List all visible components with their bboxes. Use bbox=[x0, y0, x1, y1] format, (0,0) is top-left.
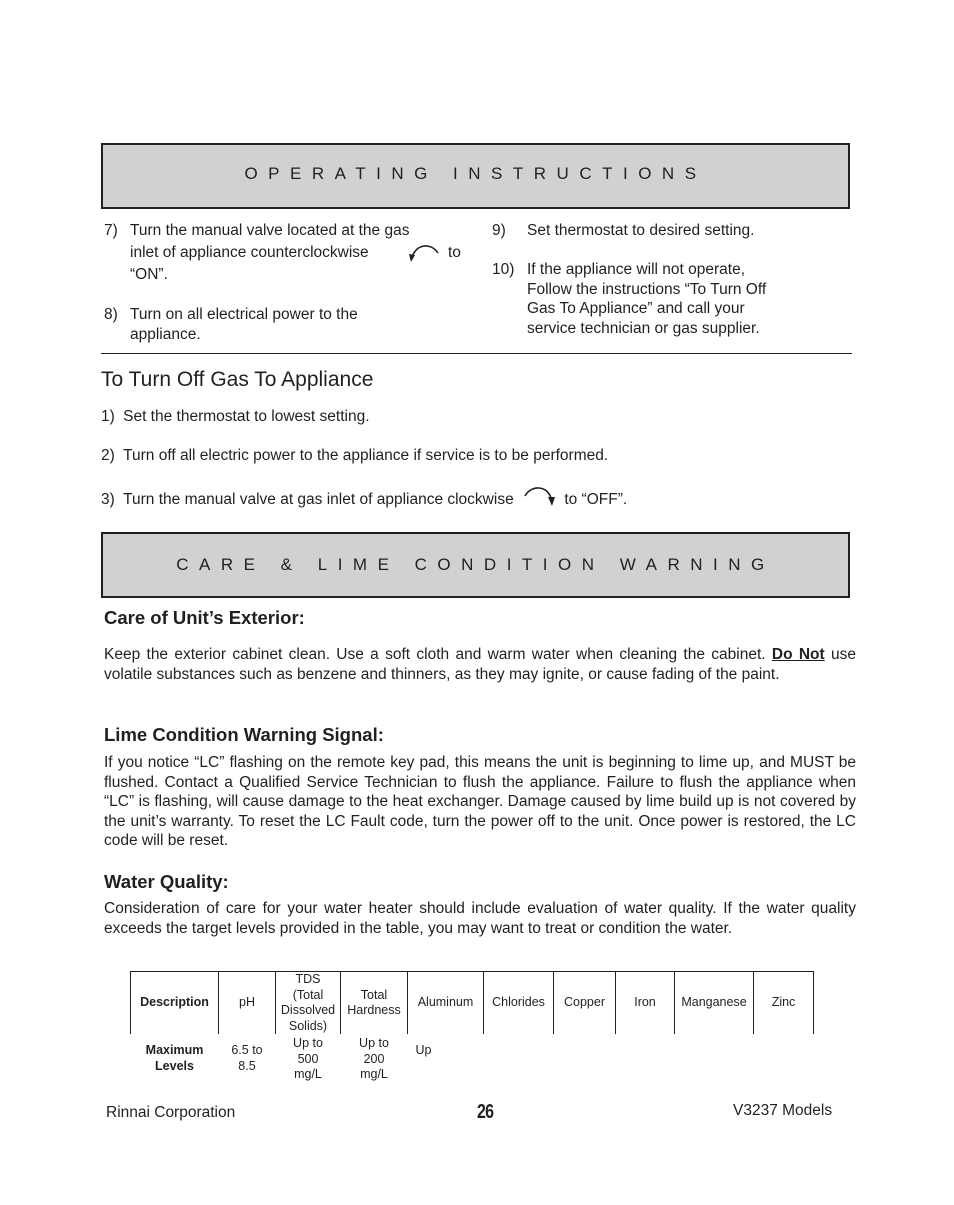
step-number: 7) bbox=[104, 222, 118, 239]
counterclockwise-arrow-icon bbox=[407, 241, 441, 271]
step-number: 8) bbox=[104, 306, 118, 323]
table-cell bbox=[675, 1034, 754, 1095]
water-quality-table: Description pH TDS (Total Dissolved Soli… bbox=[130, 971, 814, 1095]
cell-text: Up bbox=[415, 1043, 432, 1057]
table-row: Maximum Levels 6.5 to 8.5 Up to 500 mg/L… bbox=[131, 1034, 814, 1095]
header-text: Aluminum bbox=[417, 995, 474, 1010]
header-text: Manganese bbox=[681, 995, 747, 1010]
banner-title: CARE & LIME CONDITION WARNING bbox=[176, 555, 775, 574]
step-line: If the appliance will not operate, bbox=[527, 261, 745, 278]
operating-step-9: 9) Set thermostat to desired setting. bbox=[492, 221, 852, 241]
page-number: 26 bbox=[477, 1101, 494, 1123]
turn-off-step-3: 3) Turn the manual valve at gas inlet of… bbox=[101, 486, 627, 514]
table-header-row: Description pH TDS (Total Dissolved Soli… bbox=[130, 971, 814, 1034]
step-line: Turn on all electrical power to the bbox=[130, 306, 358, 323]
banner-title: OPERATING INSTRUCTIONS bbox=[244, 164, 707, 183]
operating-instructions-banner: OPERATING INSTRUCTIONS bbox=[101, 143, 850, 209]
table-cell bbox=[554, 1034, 616, 1095]
operating-step-7: 7) Turn the manual valve located at the … bbox=[104, 221, 474, 285]
header-text: TDS (Total Dissolved Solids) bbox=[280, 972, 336, 1033]
step-text: Set the thermostat to lowest setting. bbox=[123, 408, 370, 425]
step-text: Turn off all electric power to the appli… bbox=[123, 447, 609, 464]
step-number: 9) bbox=[492, 222, 506, 239]
step-number: 1) bbox=[101, 408, 115, 425]
header-text: Total Hardness bbox=[347, 987, 401, 1018]
table-cell bbox=[484, 1034, 554, 1095]
header-cell: pH bbox=[218, 971, 276, 1034]
header-cell: Aluminum bbox=[407, 971, 484, 1034]
header-text: Iron bbox=[634, 995, 656, 1010]
header-text: pH bbox=[239, 995, 255, 1010]
exterior-heading: Care of Unit’s Exterior: bbox=[104, 607, 305, 628]
step-line: appliance. bbox=[130, 326, 201, 343]
header-cell: Manganese bbox=[674, 971, 754, 1034]
header-text: Zinc bbox=[771, 995, 796, 1010]
turn-off-gas-heading: To Turn Off Gas To Appliance bbox=[101, 368, 374, 391]
clockwise-arrow-icon bbox=[522, 484, 558, 512]
turn-off-step-1: 1) Set the thermostat to lowest setting. bbox=[101, 407, 370, 427]
header-cell: Description bbox=[130, 971, 219, 1034]
care-lime-banner: CARE & LIME CONDITION WARNING bbox=[101, 532, 850, 598]
step-line: Turn the manual valve located at the gas bbox=[130, 222, 410, 239]
step-line: to bbox=[448, 244, 461, 261]
header-text: Description bbox=[140, 995, 209, 1010]
lime-warning-heading: Lime Condition Warning Signal: bbox=[104, 724, 384, 745]
table-cell: 6.5 to 8.5 bbox=[219, 1034, 276, 1095]
table-cell bbox=[616, 1034, 675, 1095]
table-cell: Up to 500 mg/L bbox=[276, 1034, 341, 1095]
lime-warning-paragraph: If you notice “LC” flashing on the remot… bbox=[104, 754, 856, 849]
table-cell: Maximum Levels bbox=[131, 1034, 219, 1095]
cell-text: Maximum Levels bbox=[145, 1043, 204, 1073]
header-text: Chlorides bbox=[492, 995, 545, 1010]
header-cell: Total Hardness bbox=[340, 971, 408, 1034]
exterior-paragraph: Keep the exterior cabinet clean. Use a s… bbox=[104, 645, 856, 684]
exterior-text: Keep the exterior cabinet clean. Use a s… bbox=[104, 646, 766, 663]
step-line: Gas To Appliance” and call your bbox=[527, 300, 745, 317]
step-number: 3) bbox=[101, 491, 115, 509]
header-cell: Copper bbox=[553, 971, 616, 1034]
step-text: Turn the manual valve at gas inlet of ap… bbox=[123, 491, 514, 509]
step-line: Follow the instructions “To Turn Off bbox=[527, 280, 767, 298]
do-not-emphasis: Do Not bbox=[771, 646, 825, 663]
water-quality-paragraph: Consideration of care for your water hea… bbox=[104, 900, 856, 937]
turn-off-step-2: 2) Turn off all electric power to the ap… bbox=[101, 446, 608, 466]
step-text: to “OFF”. bbox=[564, 491, 628, 509]
header-cell: Iron bbox=[615, 971, 675, 1034]
step-line: Set thermostat to desired setting. bbox=[527, 222, 755, 239]
header-cell: Chlorides bbox=[483, 971, 554, 1034]
water-quality-heading: Water Quality: bbox=[104, 871, 229, 892]
cell-text: Up to 500 mg/L bbox=[293, 1036, 323, 1081]
footer-models: V3237 Models bbox=[733, 1102, 833, 1119]
step-line: inlet of appliance counterclockwise bbox=[130, 244, 369, 261]
step-number: 2) bbox=[101, 447, 115, 464]
cell-text: Up to 200 mg/L bbox=[359, 1036, 389, 1081]
table-cell bbox=[754, 1034, 814, 1095]
header-text: Copper bbox=[564, 995, 605, 1010]
step-line: service technician or gas supplier. bbox=[527, 319, 760, 337]
cell-text: 6.5 to 8.5 bbox=[231, 1043, 263, 1073]
operating-step-10: 10) If the appliance will not operate, F… bbox=[492, 260, 852, 338]
step-number: 10) bbox=[492, 261, 515, 278]
table-cell: Up to 200 mg/L bbox=[341, 1034, 408, 1095]
header-cell: Zinc bbox=[753, 971, 814, 1034]
footer-company: Rinnai Corporation bbox=[106, 1104, 236, 1121]
header-cell: TDS (Total Dissolved Solids) bbox=[275, 971, 341, 1034]
section-divider bbox=[101, 353, 852, 354]
table-cell: Up bbox=[408, 1034, 484, 1095]
operating-step-8: 8) Turn on all electrical power to the a… bbox=[104, 305, 474, 345]
